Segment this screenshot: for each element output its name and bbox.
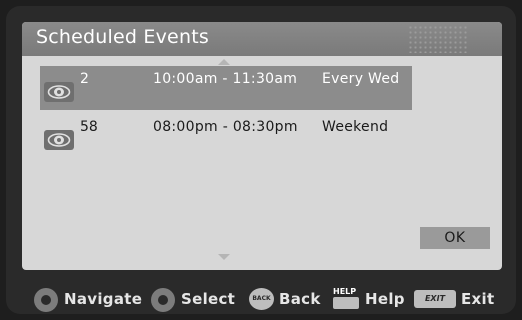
title-bar-pattern [408, 25, 468, 53]
exit-key-icon: EXIT [414, 290, 456, 308]
hint-select-label: Select [181, 290, 236, 308]
hint-navigate-label: Navigate [64, 290, 143, 308]
hint-navigate: Navigate [34, 287, 144, 312]
help-key-icon [333, 297, 359, 309]
hint-back-label: Back [279, 290, 321, 308]
scheduled-events-dialog: Scheduled Events 2 10:00am - 11:30am Eve… [22, 22, 502, 270]
title-bar: Scheduled Events [22, 22, 502, 56]
hint-help: HELP Help [333, 287, 405, 311]
eye-icon [44, 130, 74, 150]
hint-exit: EXIT Exit [414, 287, 494, 311]
event-row[interactable]: 2 10:00am - 11:30am Every Wed [40, 66, 412, 110]
hint-help-label: Help [365, 290, 405, 308]
hint-back: BACK Back [249, 287, 324, 311]
event-row[interactable]: 58 08:00pm - 08:30pm Weekend [40, 114, 412, 158]
dialog-title: Scheduled Events [36, 26, 209, 48]
event-channel: 58 [80, 119, 98, 135]
ok-button[interactable]: OK [420, 227, 490, 249]
event-repeat: Weekend [322, 119, 389, 135]
scroll-down-arrow-icon[interactable] [218, 254, 230, 260]
event-time: 08:00pm - 08:30pm [153, 119, 298, 135]
event-time: 10:00am - 11:30am [153, 71, 298, 87]
hint-exit-label: Exit [461, 290, 495, 308]
help-key-text: HELP [333, 287, 357, 296]
footer-hints: Navigate Select BACK Back HELP Help EXIT… [0, 284, 522, 314]
dpad-icon [151, 288, 175, 312]
back-key-icon: BACK [249, 288, 274, 310]
event-channel: 2 [80, 71, 89, 87]
hint-select: Select [151, 287, 241, 312]
dpad-icon [34, 288, 58, 312]
event-repeat: Every Wed [322, 71, 400, 87]
scroll-up-arrow-icon[interactable] [218, 59, 230, 65]
eye-icon [44, 82, 74, 102]
